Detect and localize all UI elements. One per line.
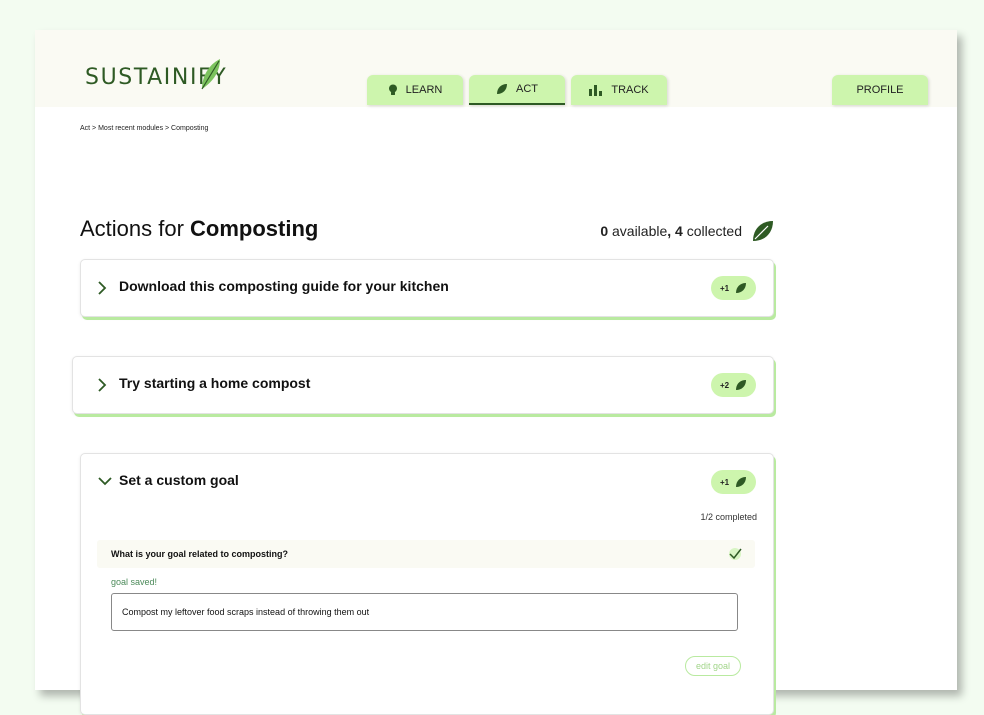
points-badge: +1	[711, 276, 756, 300]
leaf-icon	[736, 380, 747, 390]
points-value: +1	[719, 283, 730, 293]
goal-saved-label: goal saved!	[111, 577, 158, 587]
goal-input[interactable]	[111, 593, 738, 631]
tab-track-label: TRACK	[611, 84, 649, 96]
goal-question: What is your goal related to composting?	[111, 549, 289, 559]
chevron-right-icon[interactable]	[97, 280, 107, 296]
action-card-custom-goal[interactable]: Set a custom goal +1 1/2 completed What …	[80, 453, 774, 715]
chevron-down-icon[interactable]	[97, 476, 113, 486]
check-icon	[729, 548, 742, 560]
app-window: SUSTAINIFY LEARN ACT TRACK PROFILE Act >…	[35, 30, 957, 715]
tab-learn-label: LEARN	[405, 84, 443, 96]
action-card-download-guide[interactable]: Download this composting guide for your …	[80, 259, 774, 317]
points-badge: +1	[711, 470, 756, 494]
points-badge: +2	[711, 373, 756, 397]
points-value: +2	[719, 380, 730, 390]
edit-goal-button[interactable]: edit goal	[685, 656, 741, 676]
action-title[interactable]: Download this composting guide for your …	[119, 278, 449, 294]
top-header: SUSTAINIFY LEARN ACT TRACK PROFILE	[35, 30, 957, 107]
bar-chart-icon	[589, 85, 603, 96]
available-count: 0	[600, 223, 609, 239]
action-title[interactable]: Try starting a home compost	[119, 375, 310, 391]
progress-text: 1/2 completed	[700, 512, 757, 522]
logo-leaf-icon	[201, 59, 220, 90]
breadcrumb: Act > Most recent modules > Composting	[80, 125, 209, 132]
chevron-right-icon[interactable]	[97, 377, 107, 393]
collected-label: collected	[682, 223, 742, 239]
tab-track[interactable]: TRACK	[571, 75, 667, 105]
lightbulb-icon	[388, 84, 397, 95]
collected-count: 4	[675, 223, 683, 239]
page-title-topic: Composting	[190, 216, 319, 241]
leaf-icon	[753, 221, 773, 241]
tab-profile-label: PROFILE	[856, 84, 904, 96]
leaf-icon	[497, 84, 507, 94]
points-value: +1	[719, 477, 730, 487]
page-title-prefix: Actions for	[80, 216, 191, 241]
tab-profile[interactable]: PROFILE	[832, 75, 928, 105]
leaf-icon	[736, 283, 747, 293]
tab-act-label: ACT	[516, 83, 538, 95]
action-title[interactable]: Set a custom goal	[119, 472, 239, 488]
action-counts: 0 available, 4 collected	[600, 220, 774, 242]
action-card-home-compost[interactable]: Try starting a home compost +2	[72, 356, 774, 414]
leaf-icon	[736, 477, 747, 487]
goal-question-row[interactable]: What is your goal related to composting?	[97, 540, 755, 568]
tab-learn[interactable]: LEARN	[367, 75, 463, 105]
page-title: Actions for Composting	[80, 216, 318, 242]
counts-comma: ,	[667, 223, 672, 239]
tab-act[interactable]: ACT	[469, 75, 565, 105]
available-label: available	[608, 223, 668, 239]
counts-text: 0 available, 4 collected	[600, 223, 742, 239]
